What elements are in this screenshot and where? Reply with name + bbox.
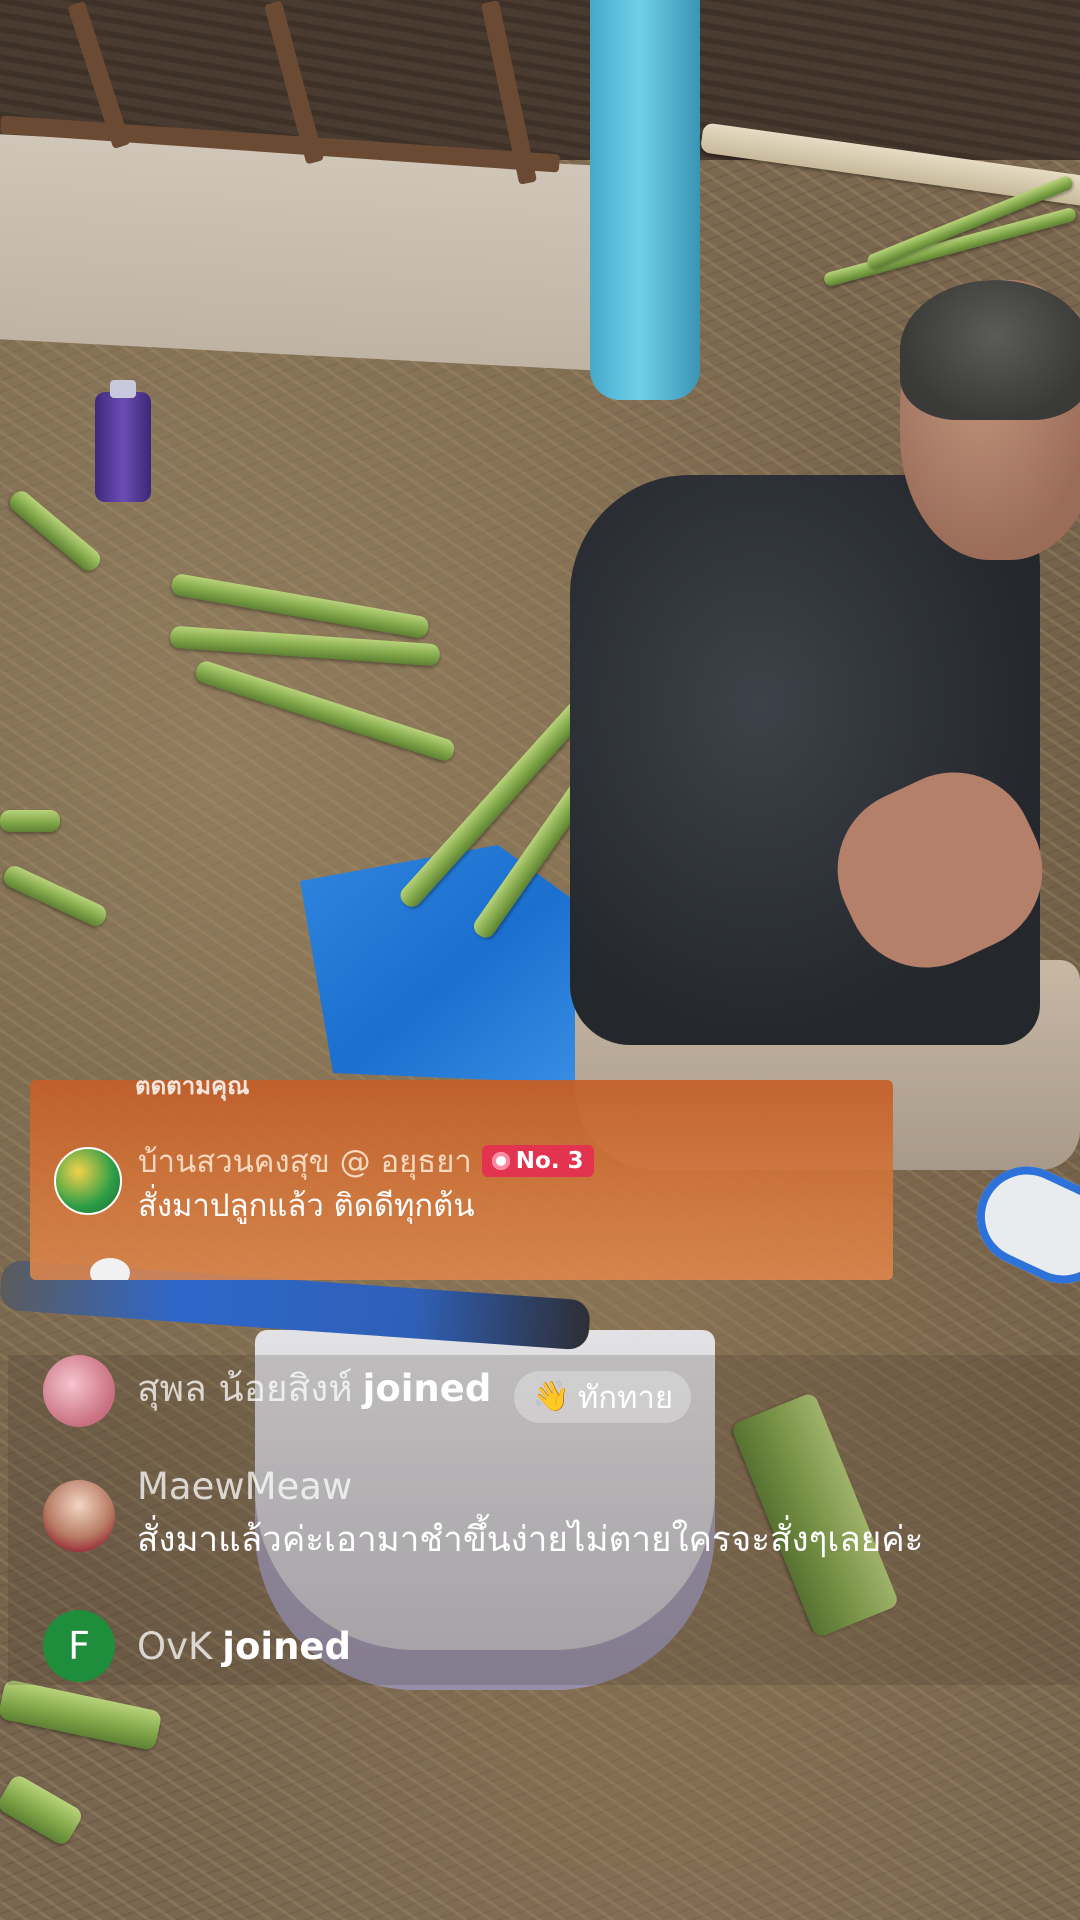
wave-greet-button[interactable]: 👋 ทักทาย [514,1370,692,1423]
chat-username[interactable]: OvK [137,1625,212,1668]
man-shirt [570,475,1040,1045]
man-hair [900,280,1080,420]
wave-greet-label: ทักทาย [577,1379,674,1416]
chat-text: สั่งมาแล้วค่ะเอามาชำขึ้นง่ายไม่ตายใครจะส… [137,1520,924,1560]
featured-commenter-avatar[interactable] [54,1147,122,1215]
chat-username[interactable]: สุพล น้อยสิงห์ [137,1367,353,1410]
featured-commenter-name[interactable]: บ้านสวนคงสุข @ อยุธยา [138,1136,472,1186]
waving-hand-icon: 👋 [532,1379,570,1415]
chat-joined-label: joined [362,1367,492,1411]
concrete-wall [0,134,600,371]
chat-avatar[interactable] [43,1355,115,1427]
chat-message: สุพล น้อยสิงห์ joined 👋 ทักทาย [43,1355,692,1427]
chat-body: สุพล น้อยสิงห์ joined 👋 ทักทาย [137,1359,692,1423]
chat-message: F OvK joined [43,1610,351,1682]
rank-badge-label: No. 3 [515,1148,584,1174]
featured-comment-text: สั่งมาปลูกแล้ว ติดดีทุกต้น [138,1188,475,1224]
chat-body: MaewMeaw สั่งมาแล้วค่ะเอามาชำขึ้นง่ายไม่… [137,1465,923,1567]
blue-pipe [590,0,700,400]
live-chat-feed: สุพล น้อยสิงห์ joined 👋 ทักทาย MaewMeaw ส… [8,1355,1080,1685]
featured-comment-card[interactable]: ติดตามคุณ บ้านสวนคงสุข @ อยุธยา No. 3 สั… [30,1080,893,1280]
chat-avatar[interactable] [43,1480,115,1552]
purple-bottle [95,380,151,502]
medal-icon [491,1152,510,1170]
chat-joined-label: joined [222,1624,352,1668]
chat-message: MaewMeaw สั่งมาแล้วค่ะเอามาชำขึ้นง่ายไม่… [43,1465,923,1567]
bamboo-cutting [0,810,60,832]
chat-body: OvK joined [137,1625,351,1668]
chat-avatar[interactable]: F [43,1610,115,1682]
rank-badge: No. 3 [481,1145,594,1177]
featured-cutoff-label: ติดตามคุณ [135,1080,250,1100]
next-comment-avatar [90,1258,130,1280]
chat-username[interactable]: MaewMeaw [137,1465,923,1508]
featured-commenter-row: บ้านสวนคงสุข @ อยุธยา No. 3 [138,1136,594,1186]
